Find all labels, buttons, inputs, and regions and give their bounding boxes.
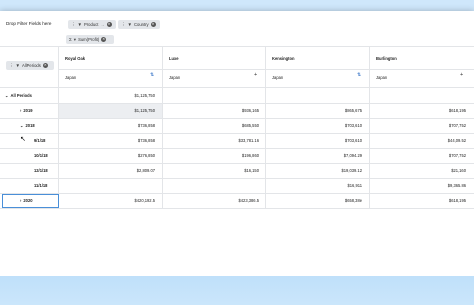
- column-header-burlington[interactable]: Burlington: [376, 56, 397, 61]
- mouse-cursor-icon: ↖: [20, 136, 26, 143]
- remove-chip-icon[interactable]: ✕: [106, 22, 112, 27]
- value-cell[interactable]: $707,752: [369, 123, 466, 128]
- filter-chip-label: Product: [83, 22, 99, 27]
- row-label-all-periods[interactable]: ⌄ All Periods: [5, 93, 32, 98]
- add-icon[interactable]: +: [460, 72, 463, 78]
- drop-filter-label: Drop Filter Fields here: [6, 21, 52, 26]
- row-label-2018[interactable]: ⌄ 2018: [20, 123, 35, 128]
- column-header-royal-oak[interactable]: Royal Oak: [65, 56, 85, 61]
- filter-icon[interactable]: ▼: [16, 63, 20, 68]
- column-header-kensington[interactable]: Kensington: [272, 56, 295, 61]
- value-cell[interactable]: $44,09.52: [369, 138, 466, 143]
- remove-chip-icon[interactable]: ✕: [42, 63, 48, 68]
- subheader-country: Japan: [169, 75, 181, 80]
- chevron-right-icon[interactable]: ›: [20, 108, 21, 113]
- value-chip-sum-profit[interactable]: Σ ▾ Sum(Profit) ✕: [66, 35, 114, 44]
- value-cell[interactable]: $21,160: [369, 168, 466, 173]
- value-cell[interactable]: $196,860: [162, 153, 259, 158]
- value-cell[interactable]: $736,858: [58, 138, 155, 143]
- row-label-date[interactable]: 12/1/18: [34, 168, 48, 173]
- sort-icon[interactable]: ⇅: [357, 72, 361, 78]
- value-cell[interactable]: $1,125,750: [58, 108, 156, 113]
- chevron-down-icon[interactable]: ▾: [74, 37, 76, 43]
- value-cell[interactable]: $658,38e: [265, 198, 362, 203]
- filter-chip-label: Country: [133, 22, 149, 27]
- background-gradient: [0, 276, 474, 305]
- filter-chip-country[interactable]: ⋮ ▼ Country ✕: [118, 20, 160, 29]
- row-label-2019[interactable]: › 2019: [20, 108, 33, 113]
- value-cell[interactable]: $703,610: [265, 123, 362, 128]
- row-chip-allperiods[interactable]: ⋮ ▼ AllPeriods ✕: [6, 61, 54, 70]
- selected-cell: [2, 194, 59, 208]
- value-cell[interactable]: $33,781.16: [162, 138, 260, 143]
- row-label-date[interactable]: 10/1/18: [34, 153, 48, 158]
- value-cell[interactable]: $703,610: [265, 138, 362, 143]
- filter-icon[interactable]: ▼: [128, 22, 132, 27]
- value-cell[interactable]: $707,752: [369, 153, 466, 158]
- filter-icon[interactable]: ▼: [78, 22, 82, 27]
- subheader-country: Japan: [272, 75, 284, 80]
- arrow-right-icon: →: [100, 22, 105, 27]
- app-window: Drop Filter Fields here ⋮ ▼ Product → ✕ …: [0, 11, 474, 276]
- subheader-country: Japan: [376, 75, 388, 80]
- value-cell[interactable]: $7,094.29: [265, 153, 362, 158]
- value-cell[interactable]: $19,039.12: [265, 168, 363, 173]
- value-cell[interactable]: $276,850: [58, 153, 155, 158]
- drag-handle-icon[interactable]: ⋮: [9, 63, 14, 69]
- drag-handle-icon[interactable]: ⋮: [121, 22, 126, 28]
- row-label-date[interactable]: 11/1/18: [34, 183, 47, 188]
- pivot-grid: Drop Filter Fields here ⋮ ▼ Product → ✕ …: [0, 11, 474, 276]
- value-cell[interactable]: $618,195: [369, 108, 466, 113]
- chevron-down-icon[interactable]: ⌄: [5, 93, 9, 98]
- subheader-country: Japan: [65, 75, 77, 80]
- value-chip-label: Sum(Profit): [78, 37, 100, 42]
- value-cell[interactable]: $16,911: [265, 183, 363, 188]
- value-cell[interactable]: $685,550: [162, 123, 259, 128]
- value-cell[interactable]: $9,365.86: [369, 183, 466, 188]
- header-total-value: $1,125,750: [134, 93, 156, 98]
- value-cell[interactable]: $936,165: [162, 108, 259, 113]
- value-cell[interactable]: $420,192.5: [58, 198, 156, 203]
- sigma-icon: Σ: [69, 37, 72, 42]
- value-cell[interactable]: $423,386.5: [162, 198, 260, 203]
- add-icon[interactable]: +: [254, 72, 257, 78]
- column-header-luxe[interactable]: Luxe: [169, 56, 179, 61]
- value-cell[interactable]: $2,809.07: [58, 168, 155, 173]
- remove-chip-icon[interactable]: ✕: [101, 37, 107, 42]
- value-cell[interactable]: $618,195: [369, 198, 466, 203]
- value-cell[interactable]: $736,858: [58, 123, 155, 128]
- sort-icon[interactable]: ⇅: [150, 72, 154, 78]
- value-cell[interactable]: $865,675: [265, 108, 362, 113]
- chevron-down-icon[interactable]: ⌄: [20, 123, 24, 128]
- remove-chip-icon[interactable]: ✕: [150, 22, 156, 27]
- filter-chip-product[interactable]: ⋮ ▼ Product → ✕: [68, 20, 116, 29]
- row-chip-label: AllPeriods: [21, 63, 41, 68]
- drag-handle-icon[interactable]: ⋮: [71, 22, 76, 28]
- row-label-date[interactable]: 9/1/18: [34, 138, 45, 143]
- value-cell[interactable]: $16,150: [162, 168, 259, 173]
